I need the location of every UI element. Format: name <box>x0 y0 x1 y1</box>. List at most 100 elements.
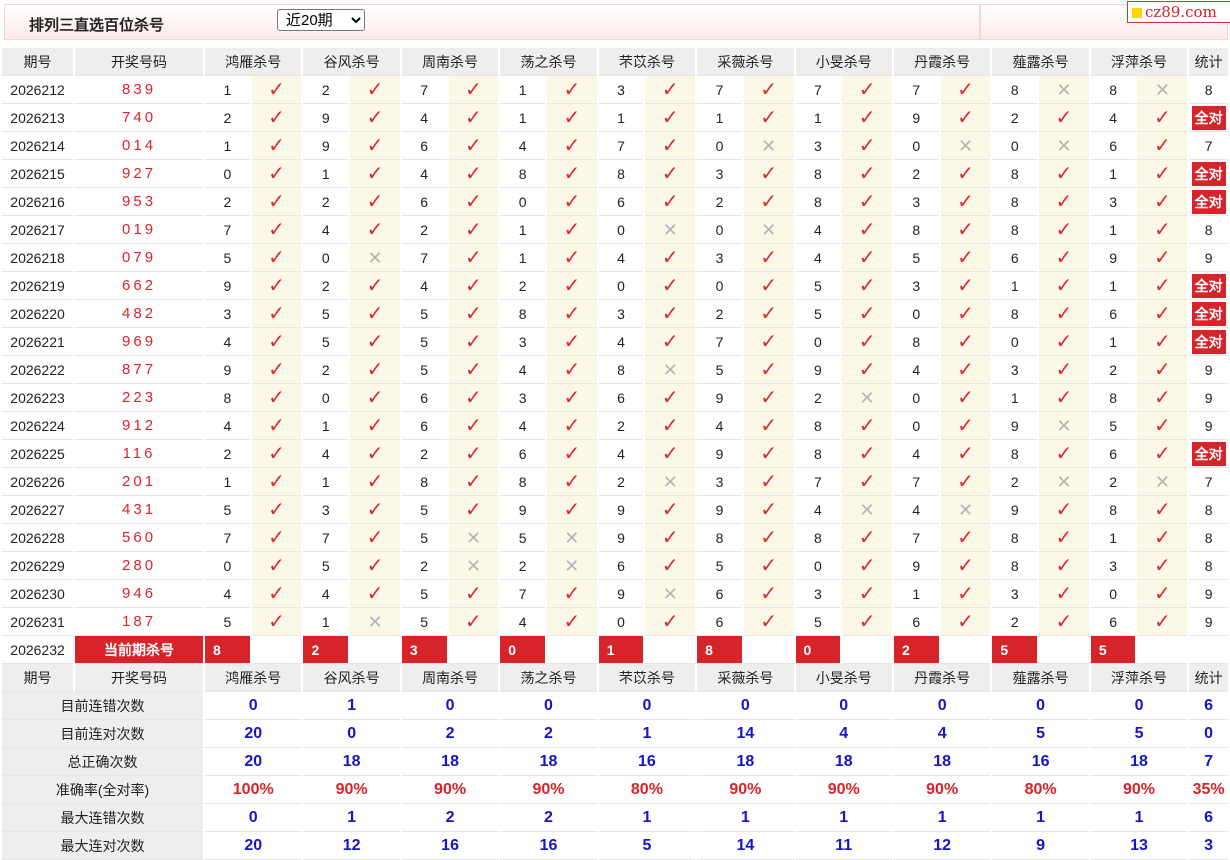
check-icon: ✓ <box>563 246 581 269</box>
result-mark-cell: ✓ <box>645 244 696 272</box>
summary-value: 5 <box>992 720 1089 748</box>
kill-number-cell: 0 <box>1090 580 1136 608</box>
check-icon: ✓ <box>366 274 384 297</box>
check-icon: ✓ <box>760 414 778 437</box>
result-mark-cell: ✓ <box>251 188 302 216</box>
kill-number-cell: 0 <box>697 132 742 160</box>
current-kill-number: 8 <box>697 636 742 664</box>
cross-icon: ✕ <box>662 359 678 380</box>
kill-number-cell: 2 <box>401 440 447 468</box>
check-icon: ✓ <box>268 302 285 325</box>
result-mark-cell: ✓ <box>350 272 400 300</box>
check-icon: ✓ <box>1153 302 1171 325</box>
result-mark-cell: ✓ <box>448 76 499 104</box>
check-icon: ✓ <box>661 190 679 213</box>
kill-number-cell: 8 <box>992 300 1038 328</box>
check-icon: ✓ <box>1153 554 1171 577</box>
kill-number-cell: 5 <box>205 496 250 524</box>
summary-value: 18 <box>1090 748 1188 776</box>
kill-number-cell: 1 <box>1090 272 1136 300</box>
check-icon: ✓ <box>1153 498 1171 521</box>
result-mark-cell: ✓ <box>940 384 991 412</box>
kill-number-cell: 7 <box>401 76 447 104</box>
kill-number-cell: 9 <box>992 412 1038 440</box>
column-header: 期号 <box>2 664 74 692</box>
result-mark-cell: ✓ <box>251 272 302 300</box>
draw-number-cell: 201 <box>75 468 204 496</box>
check-icon: ✓ <box>465 302 482 325</box>
check-icon: ✓ <box>563 190 581 213</box>
result-mark-cell: ✕ <box>448 552 499 580</box>
check-icon: ✓ <box>957 554 974 577</box>
check-icon: ✓ <box>760 190 778 213</box>
column-header: 采薇杀号 <box>697 664 794 692</box>
check-icon: ✓ <box>1055 274 1073 297</box>
kill-number-cell: 9 <box>893 552 939 580</box>
result-mark-cell: ✓ <box>251 300 302 328</box>
check-icon: ✓ <box>957 274 974 297</box>
summary-value: 100% <box>205 776 302 804</box>
summary-value: 18 <box>795 748 892 776</box>
result-mark-cell: ✕ <box>645 468 696 496</box>
cross-icon: ✕ <box>957 499 974 520</box>
kill-number-cell: 0 <box>303 384 349 412</box>
result-mark-cell: ✕ <box>1039 412 1089 440</box>
result-mark-cell: ✓ <box>940 160 991 188</box>
result-mark-cell: ✕ <box>645 580 696 608</box>
kill-number-cell: 9 <box>893 104 939 132</box>
check-icon: ✓ <box>268 274 285 297</box>
check-icon: ✓ <box>661 414 679 437</box>
result-mark-cell: ✓ <box>743 608 794 636</box>
kill-number-cell: 0 <box>303 244 349 272</box>
site-logo[interactable]: cz89.com <box>1127 1 1230 23</box>
kill-number-cell: 1 <box>598 104 644 132</box>
check-icon: ✓ <box>957 610 974 633</box>
result-mark-cell: ✓ <box>743 244 794 272</box>
kill-number-cell: 8 <box>795 440 841 468</box>
summary-value: 4 <box>893 720 991 748</box>
check-icon: ✓ <box>661 442 679 465</box>
result-mark-cell: ✕ <box>1137 76 1188 104</box>
result-mark-cell: ✓ <box>1137 552 1188 580</box>
issue-cell: 2026230 <box>2 580 74 608</box>
summary-value: 1 <box>598 804 696 832</box>
kill-number-cell: 9 <box>795 356 841 384</box>
check-icon: ✓ <box>465 442 482 465</box>
check-icon: ✓ <box>858 554 876 577</box>
result-mark-cell: ✓ <box>546 132 597 160</box>
cross-icon: ✕ <box>465 555 481 576</box>
kill-number-cell: 4 <box>598 440 644 468</box>
result-mark-cell: ✓ <box>1039 384 1089 412</box>
result-mark-cell: ✕ <box>1039 132 1089 160</box>
summary-stat: 6 <box>1189 692 1228 720</box>
kill-number-cell: 8 <box>598 160 644 188</box>
kill-number-cell: 2 <box>992 468 1038 496</box>
kill-number-cell: 5 <box>401 608 447 636</box>
result-mark-cell: ✓ <box>546 412 597 440</box>
stat-cell: 9 <box>1189 580 1228 608</box>
cross-icon: ✕ <box>662 583 678 604</box>
cross-icon: ✕ <box>859 387 875 408</box>
result-mark-cell: ✕ <box>1137 468 1188 496</box>
kill-number-cell: 6 <box>598 188 644 216</box>
check-icon: ✓ <box>366 582 384 605</box>
kill-number-cell: 4 <box>697 412 742 440</box>
summary-value: 0 <box>303 720 400 748</box>
kill-number-cell: 4 <box>893 440 939 468</box>
kill-number-cell: 0 <box>697 216 742 244</box>
result-mark-cell: ✓ <box>743 272 794 300</box>
kill-number-cell: 3 <box>500 384 545 412</box>
check-icon: ✓ <box>268 610 285 633</box>
result-mark-cell: ✓ <box>842 188 892 216</box>
column-header: 谷风杀号 <box>303 664 400 692</box>
kill-number-cell: 2 <box>697 188 742 216</box>
period-select[interactable]: 近20期 <box>277 9 365 31</box>
check-icon: ✓ <box>858 162 876 185</box>
result-mark-cell: ✓ <box>546 216 597 244</box>
check-icon: ✓ <box>366 106 384 129</box>
result-mark-cell: ✓ <box>546 580 597 608</box>
result-mark-cell: ✓ <box>842 412 892 440</box>
kill-number-cell: 2 <box>205 440 250 468</box>
summary-value: 0 <box>205 692 302 720</box>
result-mark-cell: ✓ <box>1039 608 1089 636</box>
